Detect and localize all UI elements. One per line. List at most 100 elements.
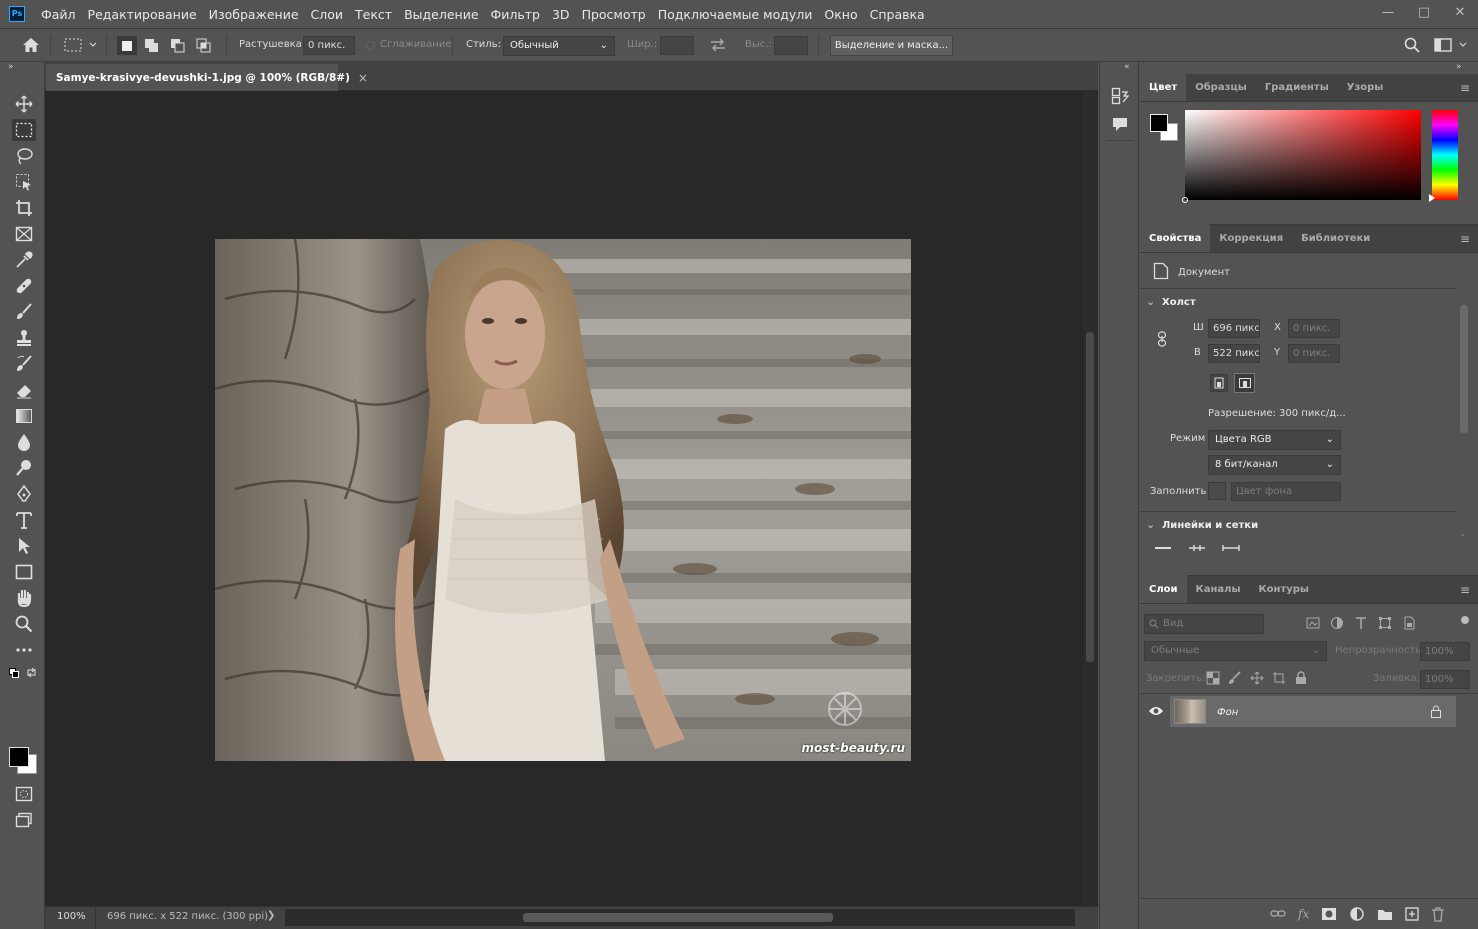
close-tab-icon[interactable]: × — [358, 71, 368, 85]
canvas-y-input[interactable]: 0 пикс. — [1288, 344, 1340, 363]
toolbar-collapse-icon[interactable]: » — [8, 62, 14, 72]
history-panel-icon[interactable] — [1111, 87, 1130, 108]
width-input[interactable] — [660, 36, 694, 55]
trash-icon[interactable] — [1431, 906, 1445, 922]
menu-window[interactable]: Окно — [818, 7, 863, 22]
fill-select[interactable]: Цвет фона — [1231, 482, 1341, 501]
tab-libraries[interactable]: Библиотеки — [1292, 224, 1379, 252]
canvas-section-header[interactable]: Холст — [1162, 297, 1196, 308]
vertical-scroll-thumb[interactable] — [1086, 332, 1094, 662]
menu-plugins[interactable]: Подключаемые модули — [652, 7, 819, 22]
vertical-scrollbar[interactable] — [1083, 92, 1097, 906]
properties-scroll-thumb[interactable] — [1460, 305, 1468, 433]
blur-tool-icon[interactable] — [12, 431, 36, 453]
lock-artboard-icon[interactable] — [1272, 671, 1286, 685]
canvas-width-input[interactable]: 696 пикс. — [1208, 319, 1260, 338]
menu-type[interactable]: Текст — [349, 7, 398, 22]
foreground-color-swatch[interactable] — [9, 747, 29, 767]
layer-thumbnail[interactable] — [1174, 699, 1206, 724]
tab-gradients[interactable]: Градиенты — [1256, 73, 1338, 101]
layer-row[interactable] — [1170, 696, 1456, 727]
menu-help[interactable]: Справка — [864, 7, 931, 22]
bit-depth-select[interactable]: 8 бит/канал ⌄ — [1208, 455, 1341, 475]
minimize-button[interactable]: — — [1370, 0, 1406, 24]
eyedropper-tool-icon[interactable] — [12, 249, 36, 271]
canvas-x-input[interactable]: 0 пикс. — [1288, 319, 1340, 338]
menu-file[interactable]: Файл — [35, 7, 82, 22]
hue-slider-handle[interactable] — [1429, 194, 1435, 202]
default-colors-icon[interactable] — [9, 668, 19, 681]
photoshop-logo-icon[interactable]: Ps — [9, 6, 25, 22]
layer-filter-select[interactable]: Вид — [1144, 614, 1264, 634]
swap-colors-icon[interactable] — [26, 667, 37, 681]
zoom-tool-icon[interactable] — [12, 613, 36, 635]
canvas-chevron-icon[interactable]: ⌄ — [1146, 295, 1155, 308]
eraser-tool-icon[interactable] — [12, 379, 36, 401]
horizontal-scroll-thumb[interactable] — [523, 913, 833, 922]
layers-menu-icon[interactable]: ≡ — [1460, 583, 1470, 597]
scroll-down-icon[interactable]: ⌄ — [1459, 529, 1467, 539]
mask-icon[interactable] — [1321, 907, 1337, 921]
lock-transparent-icon[interactable] — [1206, 671, 1220, 685]
new-layer-icon[interactable] — [1405, 907, 1419, 921]
color-spectrum-field[interactable] — [1182, 110, 1421, 203]
subtract-selection-icon[interactable] — [170, 38, 186, 57]
tab-paths[interactable]: Контуры — [1250, 575, 1318, 603]
zoom-level[interactable]: 100% — [57, 911, 86, 922]
add-selection-icon[interactable] — [144, 38, 160, 57]
lasso-tool-icon[interactable] — [12, 145, 36, 167]
status-menu-arrow-icon[interactable]: ❯ — [267, 910, 275, 921]
menu-3d[interactable]: 3D — [546, 7, 576, 22]
healing-brush-tool-icon[interactable] — [12, 275, 36, 297]
opacity-input[interactable]: 100% — [1420, 642, 1470, 661]
portrait-orientation-icon[interactable] — [1210, 374, 1228, 392]
lock-pixels-icon[interactable] — [1228, 671, 1242, 685]
blend-mode-select[interactable]: Обычные ⌄ — [1144, 641, 1327, 661]
home-icon[interactable] — [22, 37, 40, 56]
horizontal-scrollbar[interactable] — [285, 909, 1075, 926]
shape-layer-filter-icon[interactable] — [1378, 616, 1392, 630]
path-selection-tool-icon[interactable] — [12, 535, 36, 557]
tab-patterns[interactable]: Узоры — [1338, 73, 1393, 101]
workspace-icon[interactable] — [1434, 38, 1468, 55]
search-icon[interactable] — [1404, 37, 1420, 56]
type-tool-icon[interactable] — [12, 509, 36, 531]
dodge-tool-icon[interactable] — [12, 457, 36, 479]
tab-properties[interactable]: Свойства — [1140, 224, 1211, 252]
panel-menu-icon[interactable]: ≡ — [1460, 81, 1470, 95]
maximize-button[interactable]: □ — [1406, 0, 1442, 24]
layer-name[interactable]: Фон — [1217, 707, 1238, 718]
feather-input[interactable]: 0 пикс. — [303, 36, 355, 55]
quick-mask-icon[interactable] — [12, 783, 36, 805]
menu-select[interactable]: Выделение — [398, 7, 484, 22]
more-tools-icon[interactable] — [12, 639, 36, 661]
fill-opacity-input[interactable]: 100% — [1420, 670, 1470, 689]
fx-icon[interactable]: fx — [1298, 907, 1309, 921]
intersect-selection-icon[interactable] — [196, 38, 212, 57]
link-icon[interactable] — [1270, 907, 1286, 921]
pixel-layer-filter-icon[interactable] — [1306, 616, 1320, 630]
lock-all-icon[interactable] — [1294, 671, 1308, 685]
new-selection-icon[interactable] — [117, 36, 137, 55]
height-input[interactable] — [774, 36, 808, 55]
grid-icon[interactable] — [1188, 545, 1206, 551]
tab-swatches[interactable]: Образцы — [1186, 73, 1256, 101]
swap-dimensions-icon[interactable] — [710, 38, 726, 55]
comments-panel-icon[interactable] — [1112, 117, 1128, 136]
hue-slider[interactable] — [1432, 110, 1458, 200]
menu-edit[interactable]: Редактирование — [82, 7, 203, 22]
tab-color[interactable]: Цвет — [1140, 73, 1187, 101]
guides-icon[interactable] — [1222, 545, 1240, 551]
history-brush-tool-icon[interactable] — [12, 353, 36, 375]
lock-position-icon[interactable] — [1250, 671, 1264, 685]
frame-tool-icon[interactable] — [12, 223, 36, 245]
color-foreground-swatch[interactable] — [1150, 114, 1168, 132]
color-mode-select[interactable]: Цвета RGB ⌄ — [1208, 430, 1341, 450]
collapse-panels-icon[interactable]: » — [1456, 62, 1462, 72]
rulers-chevron-icon[interactable]: ⌄ — [1146, 518, 1155, 531]
style-select[interactable]: Обычный ⌄ — [503, 36, 615, 56]
smart-object-filter-icon[interactable] — [1402, 616, 1416, 630]
canvas-height-input[interactable]: 522 пикс. — [1208, 344, 1260, 363]
clone-stamp-tool-icon[interactable] — [12, 327, 36, 349]
adjustment-icon[interactable] — [1349, 906, 1365, 922]
